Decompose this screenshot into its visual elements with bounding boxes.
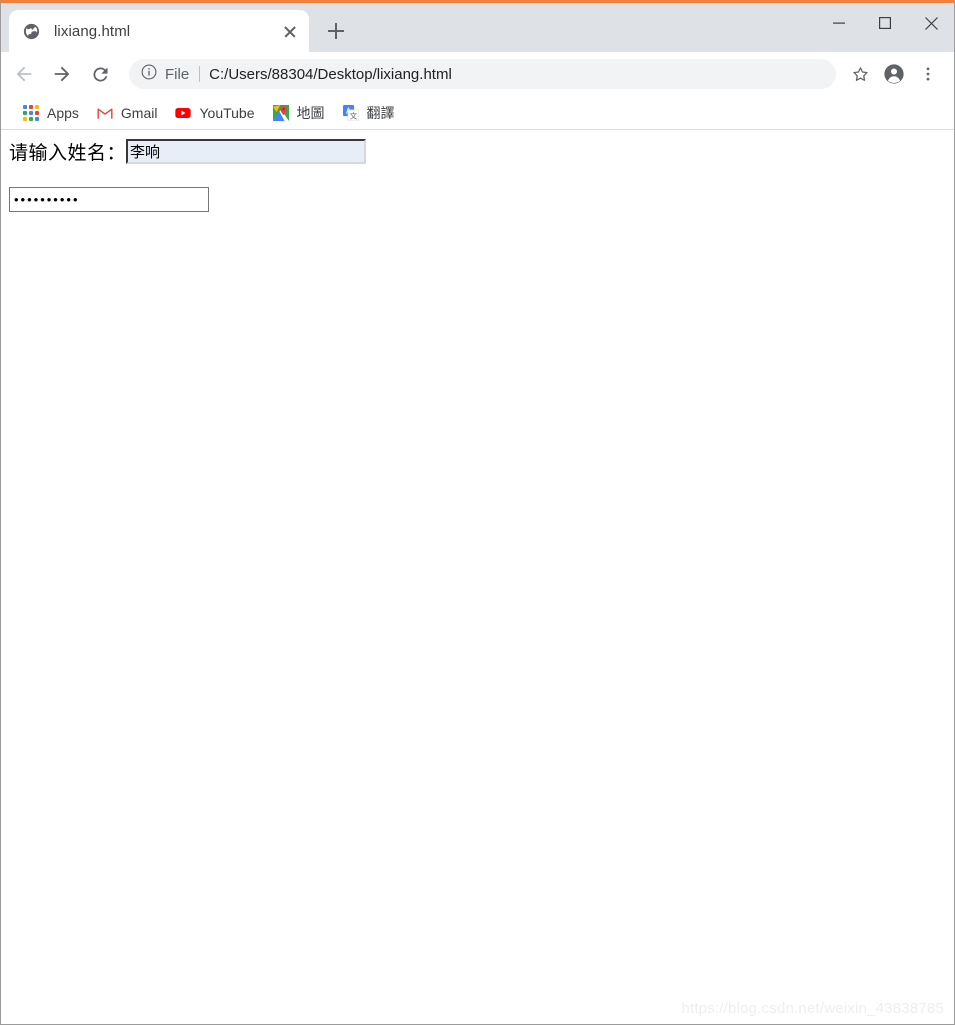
bookmark-label: YouTube (199, 104, 255, 121)
tab-title: lixiang.html (54, 22, 131, 40)
password-field-row (9, 187, 946, 212)
password-input[interactable] (9, 187, 209, 212)
omnibox-separator (199, 66, 201, 82)
profile-avatar-button[interactable] (878, 58, 910, 90)
url-scheme-label: File (165, 65, 190, 83)
reload-icon (92, 66, 107, 81)
browser-toolbar: File C:/Users/88304/Desktop/lixiang.html (1, 52, 954, 96)
youtube-icon (175, 105, 192, 121)
bookmark-item-youtube[interactable]: YouTube (167, 100, 262, 126)
minimize-button[interactable] (816, 3, 862, 43)
chrome-menu-button[interactable] (912, 58, 944, 90)
google-translate-icon: A 文 (342, 104, 359, 121)
close-icon (924, 16, 938, 30)
bookmark-item-apps[interactable]: Apps (15, 100, 87, 126)
name-input[interactable] (126, 139, 367, 164)
bookmark-item-translate[interactable]: A 文 翻譯 (335, 100, 403, 126)
address-bar[interactable]: File C:/Users/88304/Desktop/lixiang.html (129, 59, 836, 89)
bookmark-label: 翻譯 (366, 104, 395, 121)
bookmark-star-button[interactable] (844, 58, 876, 90)
window-controls (816, 3, 954, 43)
page-viewport: 请输入姓名： https://blog.csdn.net/weixin_4383… (1, 130, 954, 1021)
reload-button[interactable] (83, 57, 117, 91)
forward-button[interactable] (45, 57, 79, 91)
page-content: 请输入姓名： (1, 130, 954, 212)
browser-window: lixiang.html File C:/Users/88304/Desktop… (0, 0, 955, 1025)
arrow-back-icon (16, 66, 32, 82)
name-field-label: 请输入姓名： (9, 143, 127, 164)
apps-grid-icon (23, 104, 39, 121)
more-vertical-icon (926, 67, 930, 81)
gmail-icon (97, 105, 113, 121)
tab-strip: lixiang.html (1, 3, 954, 52)
svg-text:文: 文 (349, 110, 357, 120)
maximize-icon (879, 17, 891, 29)
bookmark-label: Gmail (120, 104, 158, 121)
bookmark-item-gmail[interactable]: Gmail (89, 100, 166, 126)
avatar-icon (884, 64, 904, 84)
new-tab-button[interactable] (321, 16, 351, 46)
google-maps-icon (272, 104, 289, 121)
name-field-row: 请输入姓名： (9, 138, 946, 165)
star-icon (852, 66, 868, 81)
globe-icon (23, 23, 40, 40)
bookmark-item-maps[interactable]: 地圖 (265, 100, 333, 126)
info-circle-icon[interactable] (140, 63, 158, 86)
url-text: C:/Users/88304/Desktop/lixiang.html (209, 65, 452, 83)
arrow-forward-icon (54, 66, 70, 82)
maximize-button[interactable] (862, 3, 908, 43)
bookmarks-bar: Apps Gmail YouTube 地圖 文 翻譯 (1, 96, 954, 130)
close-icon[interactable] (279, 20, 301, 42)
close-button[interactable] (908, 3, 954, 43)
bookmark-label: 地圖 (296, 104, 325, 121)
watermark: https://blog.csdn.net/weixin_43838785 (681, 1000, 944, 1017)
minimize-icon (833, 22, 845, 24)
back-button[interactable] (7, 57, 41, 91)
browser-tab[interactable]: lixiang.html (9, 10, 309, 52)
bookmark-label: Apps (47, 104, 79, 121)
